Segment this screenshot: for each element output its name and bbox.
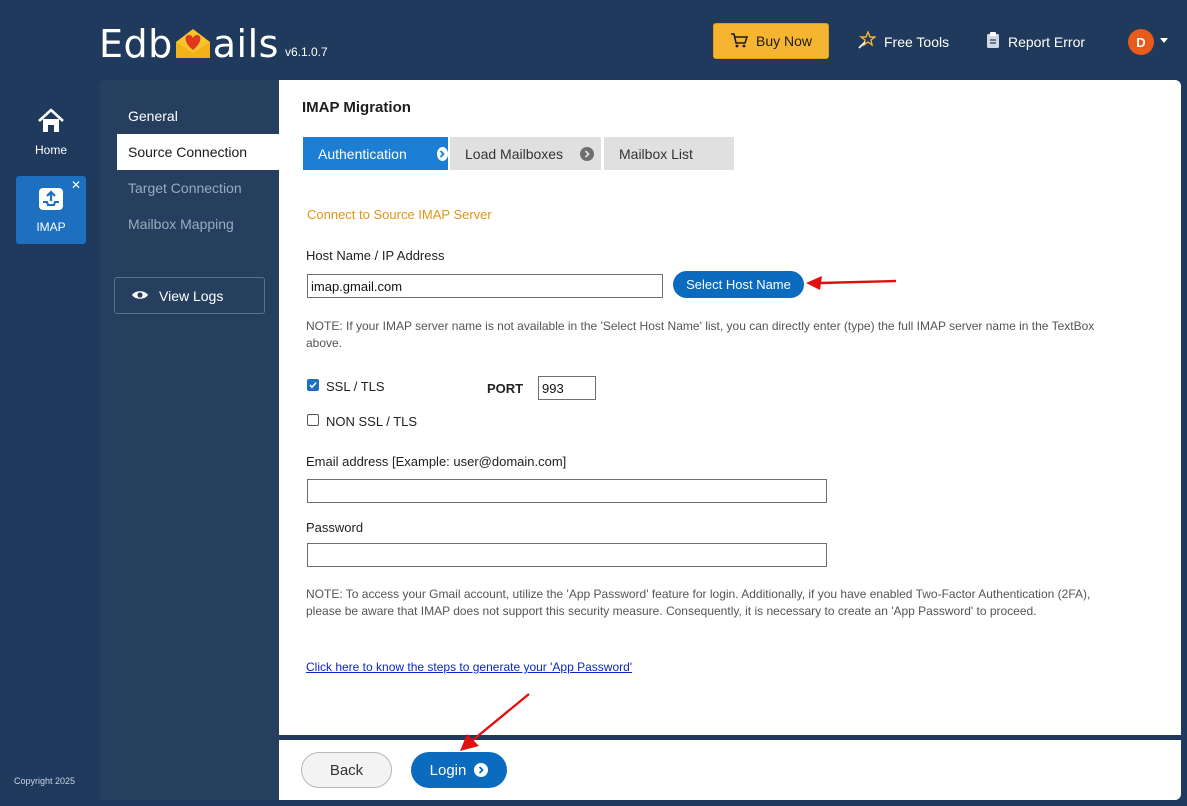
tab-load-mailboxes[interactable]: Load Mailboxes <box>450 137 601 170</box>
tab-load-mailboxes-label: Load Mailboxes <box>465 145 564 162</box>
email-input[interactable] <box>307 479 827 503</box>
sidebar-nav: General Source Connection Target Connect… <box>100 80 280 800</box>
login-button[interactable]: Login <box>411 752 507 788</box>
rail-imap-label: IMAP <box>36 219 66 234</box>
free-tools-link[interactable]: Free Tools <box>858 30 950 52</box>
host-note: NOTE: If your IMAP server name is not av… <box>306 319 1095 350</box>
login-label: Login <box>429 761 467 779</box>
port-label: PORT <box>487 381 524 396</box>
tab-authentication[interactable]: Authentication <box>303 137 448 170</box>
close-icon[interactable]: ✕ <box>71 178 81 192</box>
buy-now-button[interactable]: Buy Now <box>713 23 829 59</box>
host-name-input[interactable] <box>307 274 663 298</box>
chevron-down-icon[interactable] <box>1160 38 1168 43</box>
sidebar-item-target-connection[interactable]: Target Connection <box>117 170 279 206</box>
report-error-link[interactable]: Report Error <box>986 31 1085 52</box>
non-ssl-tls-label: NON SSL / TLS <box>326 414 418 429</box>
host-name-label: Host Name / IP Address <box>306 248 445 263</box>
select-host-name-button[interactable]: Select Host Name <box>673 271 804 298</box>
section-heading: Connect to Source IMAP Server <box>307 207 492 222</box>
checkmark-icon <box>309 382 317 389</box>
ssl-tls-checkbox[interactable] <box>307 379 319 391</box>
main-panel: IMAP Migration Authentication Load Mailb… <box>279 80 1181 735</box>
port-input[interactable] <box>538 376 596 400</box>
sidebar-item-general[interactable]: General <box>117 98 279 134</box>
logo-text-left: Edb <box>99 22 173 66</box>
chevron-right-icon <box>580 146 595 161</box>
email-label: Email address [Example: user@domain.com] <box>306 454 567 469</box>
back-button[interactable]: Back <box>301 752 392 788</box>
rail-home-label: Home <box>34 143 67 157</box>
cart-icon <box>730 32 749 51</box>
report-error-label: Report Error <box>1008 33 1086 50</box>
rail-home-button[interactable]: Home <box>16 108 86 168</box>
page-title: IMAP Migration <box>302 99 411 116</box>
password-input[interactable] <box>307 543 827 567</box>
rail-imap-tab[interactable]: ✕ IMAP <box>16 176 86 244</box>
footer-bar: Back Login <box>279 740 1181 800</box>
logo-text-right: ails <box>212 22 279 66</box>
ssl-tls-label: SSL / TLS <box>326 379 385 394</box>
view-logs-label: View Logs <box>159 287 224 304</box>
password-label: Password <box>306 520 364 535</box>
star-wand-icon <box>858 30 878 52</box>
edbmails-logo: Edb ails v6.1.0.7 <box>99 20 328 64</box>
tab-authentication-label: Authentication <box>318 145 407 162</box>
eye-icon <box>131 288 149 304</box>
clipboard-icon <box>986 31 1000 52</box>
gmail-note: NOTE: To access your Gmail account, util… <box>306 587 1091 618</box>
logo-envelope-icon <box>174 26 212 60</box>
inbox-upload-icon <box>38 187 64 214</box>
app-password-link[interactable]: Click here to know the steps to generate… <box>306 660 632 674</box>
app-version: v6.1.0.7 <box>284 45 328 59</box>
sidebar-item-source-connection[interactable]: Source Connection <box>117 134 279 170</box>
buy-now-label: Buy Now <box>755 33 813 49</box>
chevron-right-icon <box>436 146 448 161</box>
chevron-right-icon <box>474 763 489 777</box>
copyright-text: Copyright 2025 <box>14 776 76 786</box>
home-icon <box>37 108 65 137</box>
tab-mailbox-list-label: Mailbox List <box>619 145 693 162</box>
free-tools-label: Free Tools <box>884 33 950 50</box>
non-ssl-tls-checkbox[interactable] <box>307 414 319 426</box>
tab-mailbox-list[interactable]: Mailbox List <box>604 137 734 170</box>
user-avatar[interactable]: D <box>1128 29 1154 55</box>
view-logs-button[interactable]: View Logs <box>114 277 265 314</box>
sidebar-item-mailbox-mapping[interactable]: Mailbox Mapping <box>117 206 279 242</box>
